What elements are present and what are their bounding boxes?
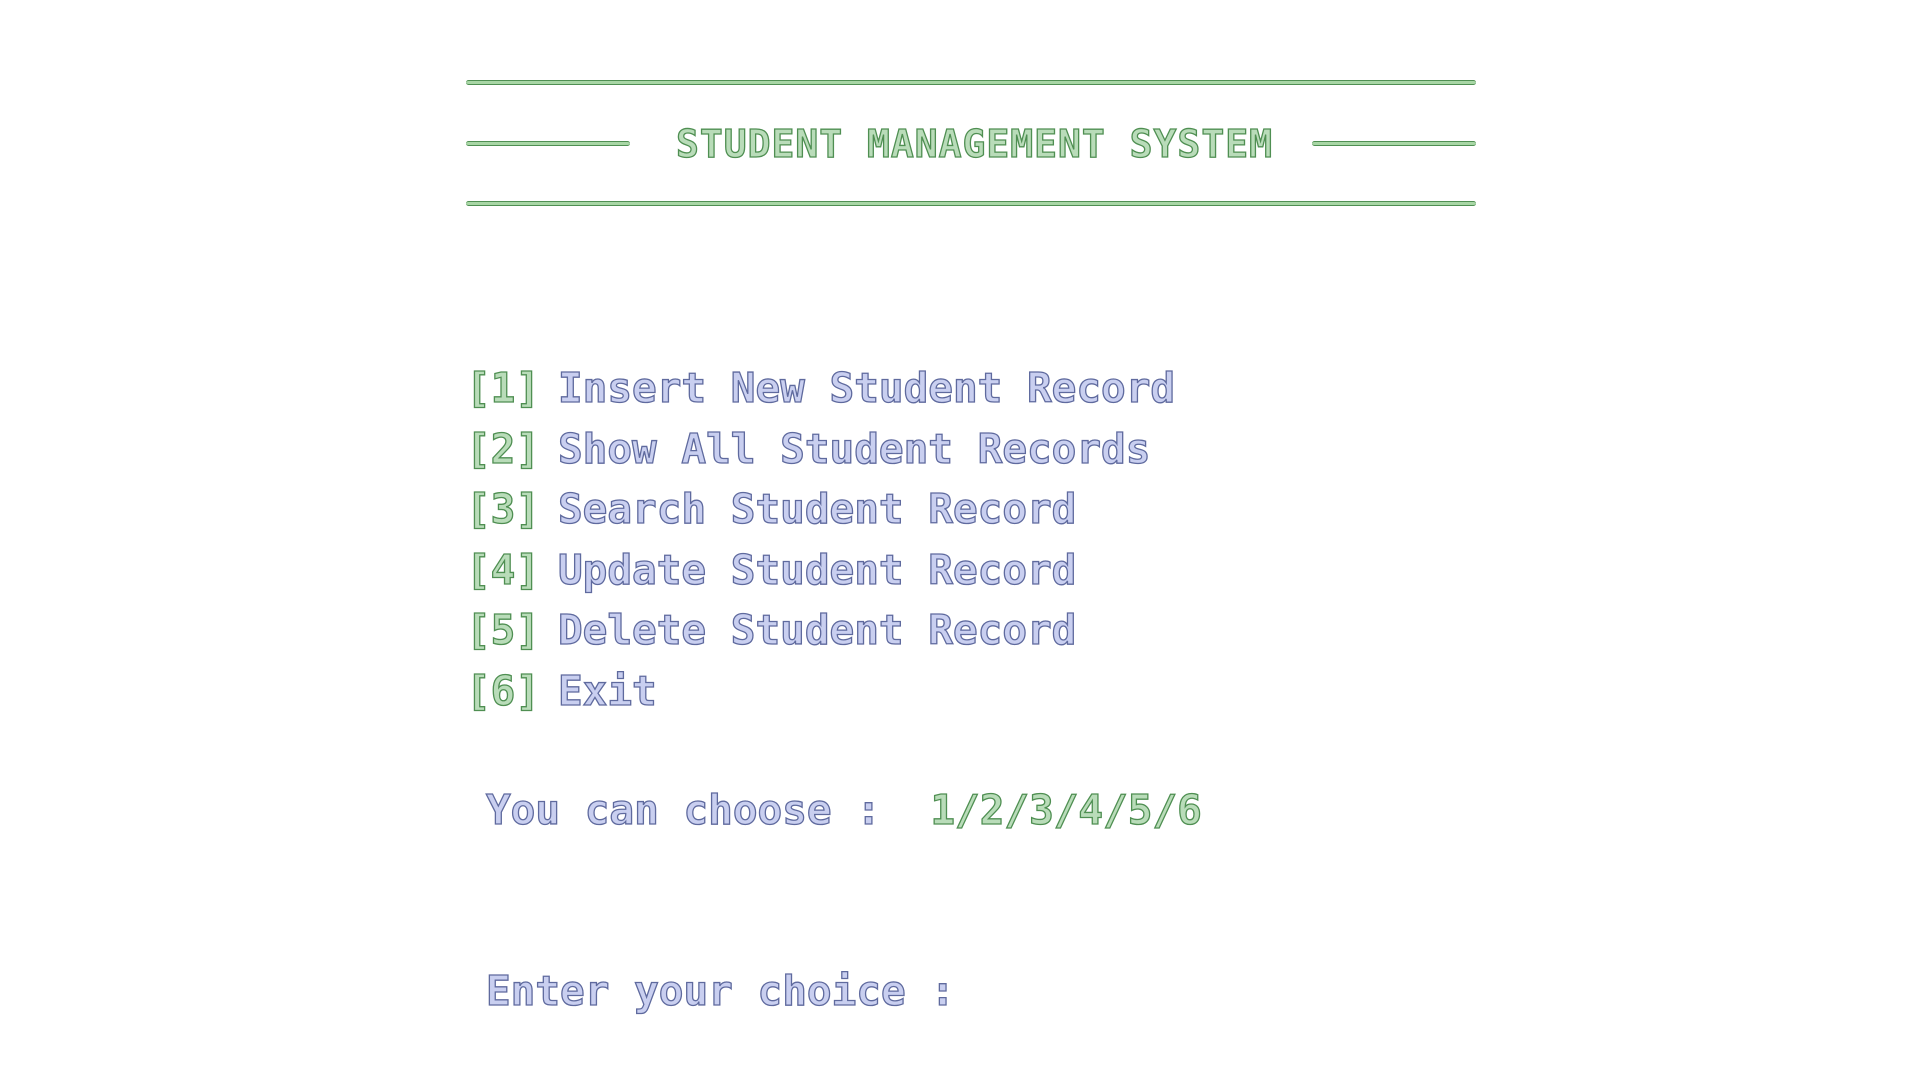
menu-item-label: Delete Student Record — [557, 606, 1077, 655]
menu-item-update[interactable]: [4] Update Student Record — [465, 540, 1175, 601]
menu-item-delete[interactable]: [5] Delete Student Record — [465, 600, 1175, 661]
header-rule-right — [1312, 141, 1476, 146]
menu-key: [6] — [465, 666, 541, 715]
page-title: STUDENT MANAGEMENT SYSTEM — [675, 121, 1273, 166]
menu-item-label: Update Student Record — [557, 545, 1077, 594]
menu-key: [4] — [465, 545, 541, 594]
terminal-screen: STUDENT MANAGEMENT SYSTEM [1] Insert New… — [0, 0, 1920, 1080]
header-rule-left — [466, 141, 630, 146]
menu-item-insert[interactable]: [1] Insert New Student Record — [465, 358, 1176, 419]
header-rule-top — [466, 80, 1476, 85]
menu-key: [5] — [465, 606, 541, 655]
menu-item-label: Insert New Student Record — [557, 364, 1176, 413]
choice-hint-options: 1/2/3/4/5/6 — [930, 785, 1203, 834]
header-rule-bottom — [466, 201, 1476, 206]
menu-item-show-all[interactable]: [2] Show All Student Records — [465, 419, 1175, 480]
choice-prompt: Enter your choice : — [485, 963, 1089, 1019]
menu-item-label: Exit — [557, 666, 657, 715]
menu-key: [3] — [465, 485, 541, 534]
choice-input[interactable] — [969, 969, 1089, 1013]
menu-item-label: Show All Student Records — [557, 424, 1151, 473]
menu-item-exit[interactable]: [6] Exit — [465, 661, 1175, 722]
menu-key: [1] — [465, 364, 541, 413]
menu-item-search[interactable]: [3] Search Student Record — [465, 479, 1175, 540]
menu-item-label: Search Student Record — [557, 485, 1077, 534]
choice-hint-label: You can choose : — [485, 785, 881, 834]
main-menu: [1] Insert New Student Record [2] Show A… — [465, 358, 1176, 722]
choice-hint: You can choose : 1/2/3/4/5/6 — [485, 782, 1203, 838]
choice-prompt-label: Enter your choice : — [485, 966, 955, 1015]
menu-key: [2] — [465, 424, 541, 473]
